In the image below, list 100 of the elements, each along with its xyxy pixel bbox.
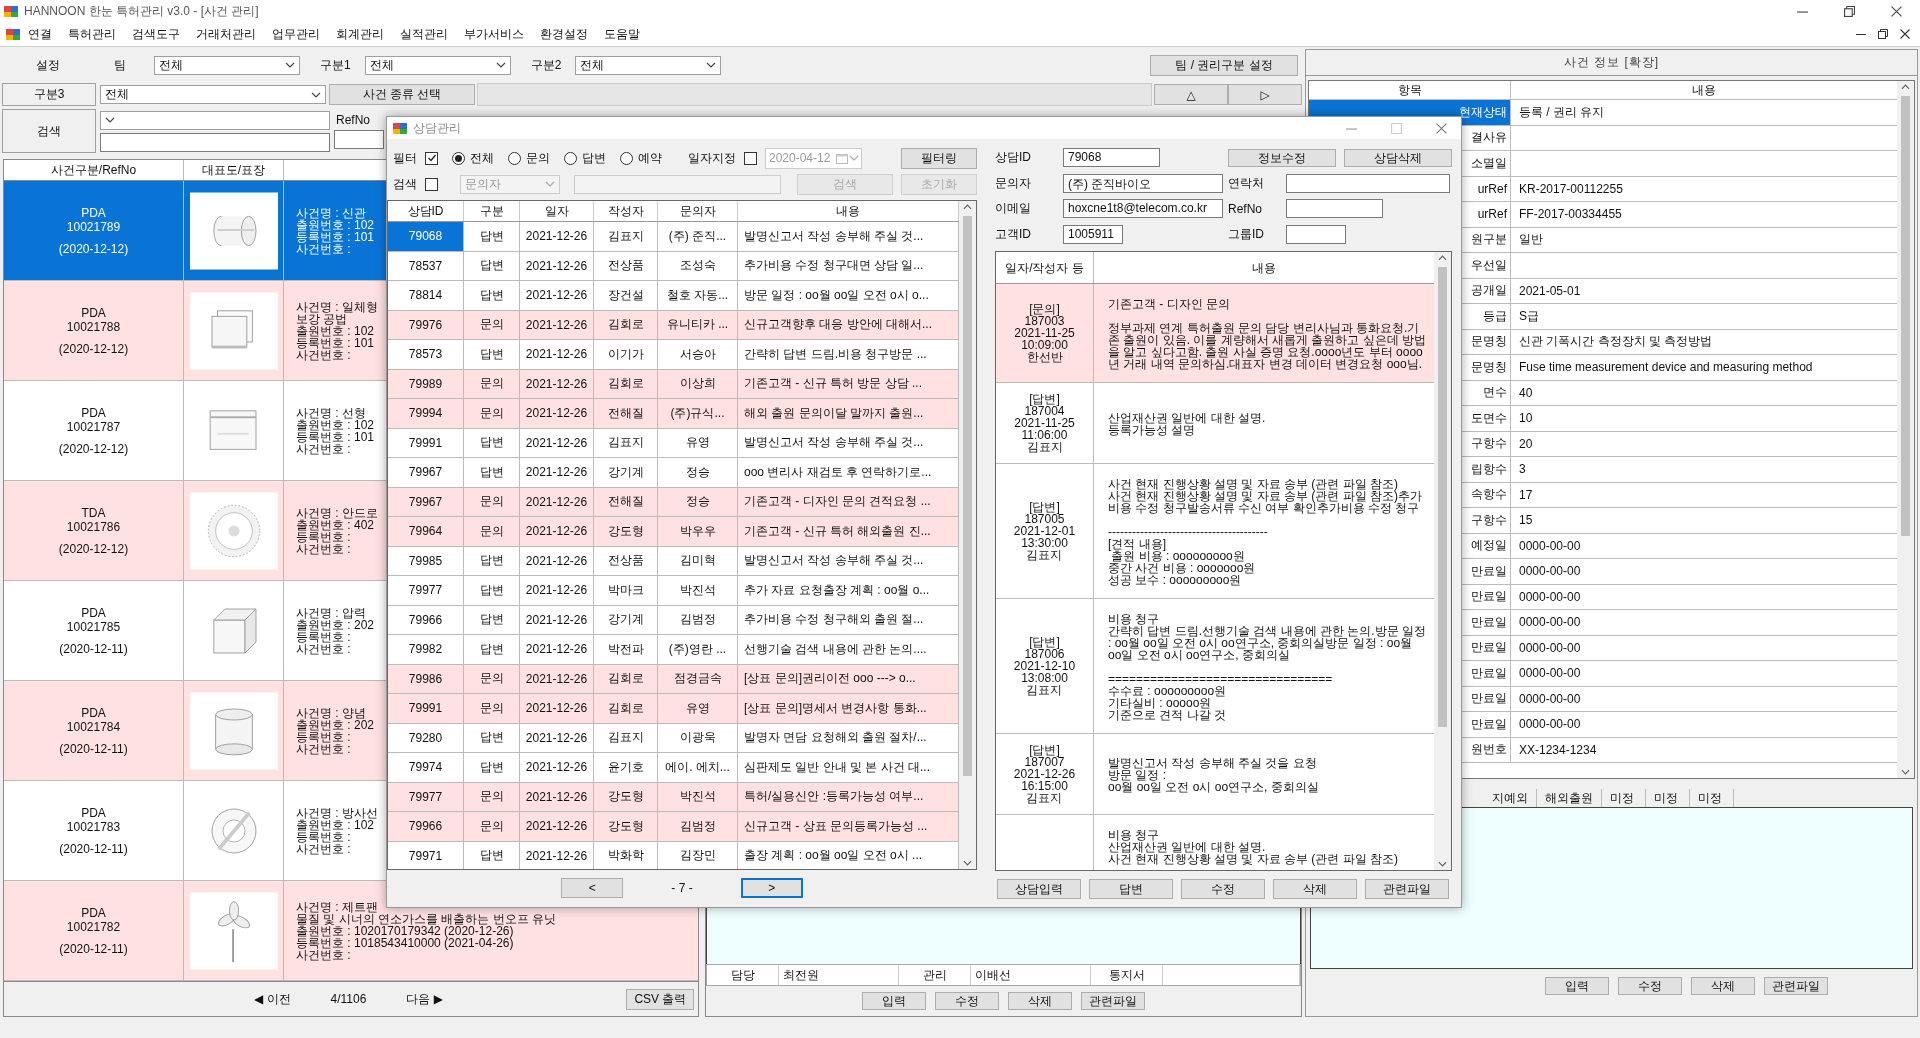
property-value: 2021-05-01 bbox=[1518, 282, 1582, 300]
menu-item[interactable]: 연결 bbox=[20, 23, 60, 45]
table-cell: 김표지 bbox=[594, 723, 658, 752]
text-field[interactable]: (주) 준직바이오 bbox=[1063, 173, 1223, 193]
consultation-row[interactable]: 78537 답변 2021-12-26 전상품 조성숙 추가비용 수정 청구대면 상담 일... bbox=[388, 251, 959, 281]
table-cell: 2021-12-26 bbox=[520, 222, 594, 251]
consultation-row[interactable]: 79976 문의 2021-12-26 김회로 유니티카 ... 신규고객향후 대응 방안에 대해서... bbox=[388, 310, 959, 340]
filter-radio[interactable]: 답변 bbox=[564, 149, 606, 167]
previous-link[interactable]: ◀ 이전 bbox=[254, 990, 291, 1008]
action-button[interactable]: 관련파일 bbox=[1365, 879, 1449, 899]
table-cell: 문의 bbox=[464, 664, 520, 693]
action-button[interactable]: 수정 bbox=[935, 992, 1000, 1010]
consultation-row[interactable]: 79991 답변 2021-12-26 김표지 유영 발명신고서 작성 송부해 주실 것... bbox=[388, 428, 959, 458]
table-cell: 2021-12-26 bbox=[520, 487, 594, 516]
property-value: 3 bbox=[1518, 461, 1527, 479]
consultation-row[interactable]: 79966 답변 2021-12-26 강기계 김범정 추가비용 수정 청구해외 출원 절... bbox=[388, 605, 959, 635]
next-link[interactable]: 다음 ▶ bbox=[406, 990, 443, 1008]
table-cell: 답변 bbox=[464, 576, 520, 605]
action-button[interactable]: 답변 bbox=[1089, 879, 1173, 899]
property-value: 등록 / 권리 유지 bbox=[1518, 103, 1606, 121]
team-dropdown[interactable]: 전체 bbox=[154, 55, 300, 75]
team-settings-button[interactable]: 팀 / 권리구분 설정 bbox=[1150, 54, 1298, 76]
filter-radio[interactable]: 문의 bbox=[508, 149, 550, 167]
table-cell: (주) 준직... bbox=[658, 222, 738, 251]
dialog-title: 상담관리 bbox=[413, 119, 461, 137]
consultation-row[interactable]: 79982 답변 2021-12-26 박전파 (주)영란 ... 선행기술 검색 내용에 관한 논의.... bbox=[388, 635, 959, 665]
text-field[interactable]: 1005911 bbox=[1063, 224, 1123, 244]
table-cell: 79982 bbox=[388, 635, 464, 664]
next-page-button[interactable]: > bbox=[740, 878, 803, 898]
table-cell: 강도형 bbox=[594, 812, 658, 841]
action-button[interactable]: 상담삭제 bbox=[1344, 148, 1452, 167]
table-cell: 79974 bbox=[388, 753, 464, 782]
category-dropdown[interactable]: 전체 bbox=[100, 85, 326, 104]
text-field[interactable]: 79068 bbox=[1063, 148, 1160, 168]
consultation-row[interactable]: 79986 문의 2021-12-26 김회로 점경금속 [상표 문의]권리이전 ooo ---> o... bbox=[388, 664, 959, 694]
table-cell: 2021-12-26 bbox=[520, 605, 594, 634]
menu-item[interactable]: 거래처관리 bbox=[188, 23, 264, 45]
table-cell: 79986 bbox=[388, 664, 464, 693]
table-cell: 답변 bbox=[464, 723, 520, 752]
action-button[interactable]: 수정 bbox=[1181, 879, 1265, 899]
column-header: 항목 bbox=[1309, 81, 1511, 99]
action-button[interactable]: 상담입력 bbox=[997, 879, 1081, 899]
table-cell: 이광욱 bbox=[658, 723, 738, 752]
consultation-row[interactable]: 79974 답변 2021-12-26 윤기호 에이. 에치... 심판제도 일반 안내 및 본 사건 대... bbox=[388, 753, 959, 783]
property-value: 0000-00-00 bbox=[1518, 690, 1582, 708]
menu-item[interactable]: 회계관리 bbox=[328, 23, 392, 45]
csv-export-button[interactable]: CSV 출력 bbox=[626, 988, 695, 1010]
consultation-row[interactable]: 79068 답변 2021-12-26 김표지 (주) 준직... 발명신고서 작성 송부해 주실 것... bbox=[388, 222, 959, 252]
action-button[interactable]: 삭제 bbox=[1273, 879, 1357, 899]
history-entry[interactable]: [문의] 187003 2021-11-25 10:09:00 한선반 기존고객 - 디자인 문의 정부과제 연계 특허출원 문의 담당 변리사님과 통화요청.기존 출원이 있음. 이를 계량해서 새롭게 출원하고 싶은데 방법을 알고 싶다고함. 출원 사실 증명 요청.oooo년도 부터 oooo년 거래 내역 문의하심.대표자 변경 데이터 변경요청 ooo님. bbox=[996, 284, 1434, 383]
table-cell: 문의 bbox=[464, 310, 520, 339]
consultation-row[interactable]: 79989 문의 2021-12-26 김회로 이상희 기존고객 - 신규 특허 방문 상담 ... bbox=[388, 369, 959, 399]
field-label: 고객ID bbox=[995, 225, 1032, 243]
consultation-row[interactable]: 79994 문의 2021-12-26 전해질 (주)규식... 해외 출원 문의이달 말까지 출원... bbox=[388, 399, 959, 429]
category-dropdown[interactable]: 전체 bbox=[364, 55, 511, 75]
consultation-row[interactable]: 78573 답변 2021-12-26 이기가 서승아 간략히 답변 드림.비용 청구방문 ... bbox=[388, 340, 959, 370]
table-cell: 김회로 bbox=[594, 369, 658, 398]
action-button[interactable]: 수정 bbox=[1618, 977, 1682, 995]
consultation-row[interactable]: 79964 문의 2021-12-26 강도형 박우우 기존고객 - 신규 특허 해외출원 진... bbox=[388, 517, 959, 547]
entry-meta: [문의] 187003 2021-11-25 10:09:00 한선반 bbox=[1014, 303, 1075, 363]
filter-button[interactable]: 필터링 bbox=[901, 147, 977, 169]
consultation-row[interactable]: 79977 답변 2021-12-26 박마크 박진석 추가 자료 요청출장 계획 : oo월 o... bbox=[388, 576, 959, 606]
next-button[interactable]: ▷ bbox=[1228, 84, 1302, 105]
menu-item[interactable]: 부가서비스 bbox=[456, 23, 532, 45]
case-details: 사건명 : 압력 출원번호 : 202 등록번호 : 사건번호 : bbox=[295, 606, 375, 655]
consultation-row[interactable]: 79967 답변 2021-12-26 강기계 정승 ooo 변리사 재검토 후 연락하기로... bbox=[388, 458, 959, 488]
action-button[interactable]: 삭제 bbox=[1008, 992, 1073, 1010]
category-dropdown[interactable]: 전체 bbox=[575, 55, 722, 75]
case-ref: PDA 10021783 (2020-12-11) bbox=[59, 805, 128, 856]
consultation-row[interactable]: 78814 답변 2021-12-26 장건설 철호 자동... 방문 일정 : oo월 oo일 오전 o시 o... bbox=[388, 281, 959, 311]
filter-radio[interactable]: 예약 bbox=[620, 149, 662, 167]
action-button[interactable]: 정보수정 bbox=[1228, 148, 1336, 167]
action-button[interactable]: 관련파일 bbox=[1081, 992, 1146, 1010]
table-cell: 79991 bbox=[388, 694, 464, 723]
table-cell: 2021-12-26 bbox=[520, 812, 594, 841]
menu-item[interactable]: 실적관리 bbox=[392, 23, 456, 45]
table-cell: 문의 bbox=[464, 782, 520, 811]
text-field[interactable]: hoxcne1t8@telecom.co.kr bbox=[1063, 199, 1223, 219]
action-button[interactable]: 입력 bbox=[862, 992, 927, 1010]
consultation-row[interactable]: 79985 답변 2021-12-26 전상품 김미혁 발명신고서 작성 송부해 주실 것... bbox=[388, 546, 959, 576]
table-cell: 에이. 에치... bbox=[658, 753, 738, 782]
consultation-row[interactable]: 79977 문의 2021-12-26 강도형 박진석 특허/실용신안 :등록가능성 여부... bbox=[388, 782, 959, 812]
case-type-button[interactable]: 사건 종류 선택 bbox=[329, 84, 475, 105]
filter-label: 설정 bbox=[35, 56, 61, 74]
menu-item[interactable]: 환경설정 bbox=[532, 23, 596, 45]
previous-page-button[interactable]: < bbox=[561, 878, 624, 898]
menu-item[interactable]: 검색도구 bbox=[124, 23, 188, 45]
menu-item[interactable]: 특허관리 bbox=[60, 23, 124, 45]
action-button[interactable]: 관련파일 bbox=[1764, 977, 1828, 995]
property-value: 0000-00-00 bbox=[1518, 665, 1582, 683]
up-button[interactable]: △ bbox=[1154, 84, 1228, 105]
filter-radio[interactable]: 전체 bbox=[452, 149, 494, 167]
action-button[interactable]: 삭제 bbox=[1691, 977, 1755, 995]
action-button[interactable]: 입력 bbox=[1545, 977, 1609, 995]
menu-item[interactable]: 업무관리 bbox=[264, 23, 328, 45]
menu-item[interactable]: 도움말 bbox=[596, 23, 648, 45]
consultation-row[interactable]: 79991 문의 2021-12-26 김회로 유영 [상표 문의]명세서 변경사항 통화... bbox=[388, 694, 959, 724]
consultation-row[interactable]: 79966 문의 2021-12-26 강도형 김범정 신규고객 - 상표 문의등록가능성 ... bbox=[388, 812, 959, 842]
consultation-row[interactable]: 79280 답변 2021-12-26 김표지 이광욱 발명자 면담 요청해외 출원 절차/... bbox=[388, 723, 959, 753]
consultation-row[interactable]: 79967 문의 2021-12-26 전해질 정승 기존고객 - 디자인 문의 견적요청 ... bbox=[388, 487, 959, 517]
